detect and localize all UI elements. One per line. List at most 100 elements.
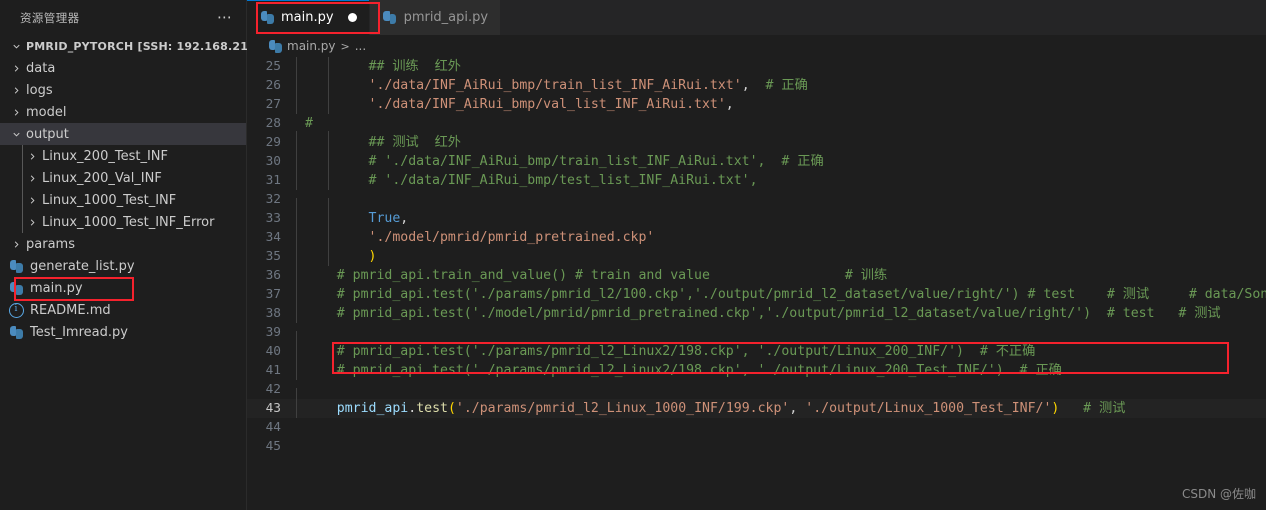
code-text[interactable]: ## 测试 红外	[295, 131, 1266, 152]
code-line[interactable]: 29 ## 测试 红外	[247, 131, 1266, 152]
indent-guide	[296, 226, 297, 247]
code-line[interactable]: 41 # pmrid_api.test('./params/pmrid_l2_L…	[247, 359, 1266, 380]
code-line[interactable]: 28 #	[247, 114, 1266, 133]
code-token: ,	[789, 401, 806, 416]
indent-guide	[296, 207, 297, 228]
code-token: ,	[741, 78, 750, 93]
code-line[interactable]: 25 ## 训练 红外	[247, 57, 1266, 76]
code-text[interactable]: './data/INF_AiRui_bmp/val_list_INF_AiRui…	[295, 93, 1266, 114]
explorer-header: 资源管理器 ⋯	[0, 0, 246, 35]
editor-tab-main-py[interactable]: main.py	[247, 0, 370, 35]
tree-item-linux-1000-test-inf[interactable]: Linux_1000_Test_INF	[0, 189, 246, 211]
code-line[interactable]: 27 './data/INF_AiRui_bmp/val_list_INF_Ai…	[247, 93, 1266, 114]
code-line[interactable]: 34 './model/pmrid/pmrid_pretrained.ckp'	[247, 226, 1266, 247]
indent-guide	[328, 207, 329, 228]
indent-guide	[296, 74, 297, 95]
line-number: 28	[265, 116, 281, 131]
code-line[interactable]: 31 # './data/INF_AiRui_bmp/test_list_INF…	[247, 169, 1266, 190]
tree-item-test-imread-py[interactable]: Test_Imread.py	[0, 321, 246, 343]
code-line[interactable]: 44	[247, 418, 1266, 437]
chevron-right-icon[interactable]	[24, 195, 40, 206]
tree-item-label: data	[26, 60, 56, 76]
code-token: # pmrid_api.train_and_value() # train an…	[305, 268, 710, 283]
tree-item-model[interactable]: model	[0, 101, 246, 123]
tree-item-linux-200-val-inf[interactable]: Linux_200_Val_INF	[0, 167, 246, 189]
code-text[interactable]: # './data/INF_AiRui_bmp/train_list_INF_A…	[295, 150, 1266, 171]
chevron-right-icon[interactable]	[24, 151, 40, 162]
tree-item-label: Linux_1000_Test_INF_Error	[42, 214, 215, 230]
breadcrumb[interactable]: main.py > ...	[247, 35, 1266, 57]
indent-guide	[22, 167, 23, 189]
file-tree[interactable]: PMRID_PYTORCH [SSH: 192.168.21.94] data lo…	[0, 35, 273, 343]
code-text[interactable]: # pmrid_api.test('./params/pmrid_l2_Linu…	[295, 340, 1266, 361]
code-token: './model/pmrid/pmrid_pretrained.ckp'	[305, 230, 655, 245]
code-line[interactable]: 38 # pmrid_api.test('./model/pmrid/pmrid…	[247, 302, 1266, 323]
code-line[interactable]: 37 # pmrid_api.test('./params/pmrid_l2/1…	[247, 283, 1266, 304]
unsaved-changes-dot-icon[interactable]	[347, 13, 357, 22]
code-text[interactable]: pmrid_api.test('./params/pmrid_l2_Linux_…	[295, 397, 1266, 418]
code-text[interactable]: True,	[295, 207, 1266, 228]
code-line[interactable]: 39	[247, 323, 1266, 352]
code-text[interactable]: # './data/INF_AiRui_bmp/test_list_INF_Ai…	[295, 169, 1266, 190]
code-line[interactable]: 32	[247, 190, 1266, 219]
code-text[interactable]: './data/INF_AiRui_bmp/train_list_INF_AiR…	[295, 74, 1266, 95]
editor-tab-pmrid_api-py[interactable]: pmrid_api.py	[369, 0, 502, 35]
tree-item-label: params	[26, 236, 75, 252]
chevron-right-icon[interactable]	[8, 107, 24, 118]
ellipsis-icon[interactable]: ⋯	[214, 7, 236, 29]
chevron-right-icon[interactable]	[8, 63, 24, 74]
code-editor[interactable]: 25 ## 训练 红外 26 './data/INF_AiRui_bmp/trai…	[247, 57, 1266, 510]
tree-root-folder[interactable]: PMRID_PYTORCH [SSH: 192.168.21.94]	[0, 35, 273, 57]
code-line-current[interactable]: 43 pmrid_api.test('./params/pmrid_l2_Lin…	[247, 397, 1266, 418]
tree-item-output[interactable]: output	[0, 123, 246, 145]
code-token: #	[305, 116, 313, 131]
tree-item-params[interactable]: params	[0, 233, 246, 255]
code-line[interactable]: 36 # pmrid_api.train_and_value() # train…	[247, 264, 1266, 285]
tree-item-label: model	[26, 104, 67, 120]
tree-item-linux-1000-test-inf-error[interactable]: Linux_1000_Test_INF_Error	[0, 211, 246, 233]
tree-root-label: PMRID_PYTORCH [SSH: 192.168.21.94]	[26, 39, 274, 53]
breadcrumb-tail[interactable]: ...	[355, 39, 366, 53]
breadcrumb-file[interactable]: main.py	[287, 39, 336, 53]
code-text[interactable]: # pmrid_api.test('./params/pmrid_l2_Linu…	[295, 359, 1266, 380]
tree-item-readme-md[interactable]: i README.md	[0, 299, 246, 321]
tree-item-logs[interactable]: logs	[0, 79, 246, 101]
code-line[interactable]: 30 # './data/INF_AiRui_bmp/train_list_IN…	[247, 150, 1266, 171]
code-text[interactable]: #	[295, 114, 1266, 133]
line-number: 32	[265, 192, 281, 207]
tree-item-linux-200-test-inf[interactable]: Linux_200_Test_INF	[0, 145, 246, 167]
chevron-down-icon[interactable]	[8, 129, 24, 140]
code-line[interactable]: 33 True,	[247, 207, 1266, 228]
indent-guide	[328, 150, 329, 171]
editor-tabbar: main.py pmrid_api.py	[247, 0, 1266, 35]
indent-guide	[328, 169, 329, 190]
python-file-icon	[8, 258, 24, 274]
code-token: './params/pmrid_l2_Linux_1000_INF/199.ck…	[455, 401, 790, 416]
code-line[interactable]: 35 )	[247, 245, 1266, 266]
chevron-right-icon[interactable]	[24, 217, 40, 228]
code-text[interactable]: # pmrid_api.test('./params/pmrid_l2/100.…	[295, 283, 1266, 304]
code-line[interactable]: 45	[247, 437, 1266, 456]
code-token: #	[1221, 306, 1266, 321]
chevron-right-icon[interactable]	[8, 85, 24, 96]
code-text[interactable]: )	[295, 245, 1266, 266]
indent-guide	[296, 245, 297, 266]
code-line[interactable]: 26 './data/INF_AiRui_bmp/train_list_INF_…	[247, 74, 1266, 95]
tree-item-label: main.py	[30, 280, 83, 296]
code-text[interactable]: # pmrid_api.train_and_value() # train an…	[295, 264, 1266, 285]
code-text[interactable]: './model/pmrid/pmrid_pretrained.ckp'	[295, 226, 1266, 247]
chevron-down-icon[interactable]	[8, 41, 24, 52]
code-text[interactable]: # pmrid_api.test('./model/pmrid/pmrid_pr…	[295, 302, 1266, 323]
code-text[interactable]: ## 训练 红外	[295, 57, 1266, 76]
tree-item-generate-list-py[interactable]: generate_list.py	[0, 255, 246, 277]
code-token: ,	[725, 97, 734, 112]
python-file-icon	[382, 10, 398, 26]
tree-item-main-py[interactable]: main.py	[0, 277, 246, 299]
code-line[interactable]: 40 # pmrid_api.test('./params/pmrid_l2_L…	[247, 340, 1266, 361]
chevron-right-icon[interactable]	[24, 173, 40, 184]
tree-item-data[interactable]: data	[0, 57, 246, 79]
line-number: 27	[265, 97, 281, 112]
chevron-right-icon[interactable]	[8, 239, 24, 250]
code-line[interactable]: 42	[247, 380, 1266, 409]
